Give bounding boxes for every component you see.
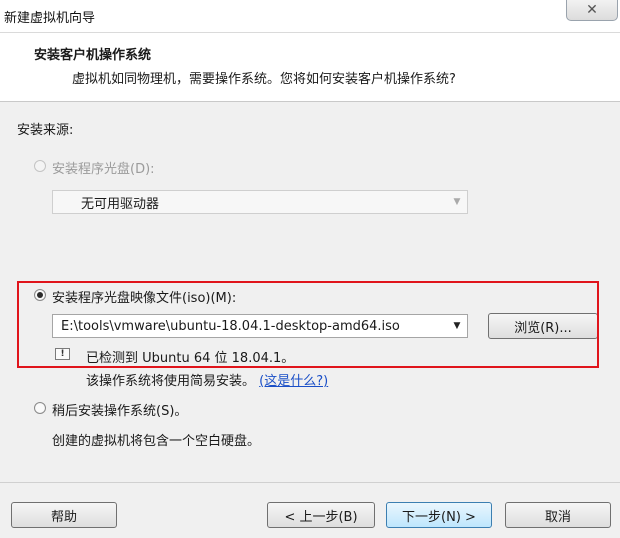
back-button[interactable]: < 上一步(B) (267, 502, 375, 528)
dropdown-arrow-icon: ▼ (453, 197, 461, 207)
page-subtitle: 虚拟机如同物理机，需要操作系统。您将如何安装客户机操作系统? (72, 72, 456, 87)
help-button[interactable]: 帮助 (11, 502, 117, 528)
close-button[interactable]: ✕ (566, 0, 618, 21)
cancel-button[interactable]: 取消 (505, 502, 611, 528)
browse-button[interactable]: 浏览(R)... (488, 313, 598, 339)
iso-path-select[interactable]: E:\tools\vmware\ubuntu-18.04.1-desktop-a… (52, 314, 468, 338)
easy-install-text: 该操作系统将使用简易安装。 (这是什么?) (86, 370, 328, 389)
title-bar: 新建虚拟机向导 ✕ (0, 0, 620, 32)
install-later-radio[interactable] (34, 402, 46, 414)
close-icon: ✕ (586, 1, 598, 18)
iso-option-label: 安装程序光盘映像文件(iso)(M): (52, 291, 237, 306)
next-button[interactable]: 下一步(N) > (386, 502, 492, 528)
page-title: 安装客户机操作系统 (34, 48, 152, 63)
iso-radio[interactable] (34, 289, 46, 301)
whats-this-link[interactable]: (这是什么?) (259, 374, 328, 389)
install-later-label: 稍后安装操作系统(S)。 (52, 404, 188, 419)
disc-option-label: 安装程序光盘(D): (52, 162, 155, 177)
disc-radio[interactable] (34, 160, 46, 172)
info-icon: ! (55, 348, 70, 360)
install-later-description: 创建的虚拟机将包含一个空白硬盘。 (52, 434, 261, 449)
install-source-label: 安装来源: (17, 123, 74, 138)
dropdown-arrow-icon[interactable]: ▼ (447, 321, 467, 331)
detected-os-text: 已检测到 Ubuntu 64 位 18.04.1。 (86, 351, 295, 366)
disc-drive-select[interactable]: 无可用驱动器 ▼ (52, 190, 468, 214)
window-title: 新建虚拟机向导 (4, 11, 96, 26)
disc-drive-value: 无可用驱动器 (81, 196, 160, 212)
easy-install-note: 该操作系统将使用简易安装。 (86, 374, 256, 389)
iso-path-value: E:\tools\vmware\ubuntu-18.04.1-desktop-a… (61, 318, 400, 334)
